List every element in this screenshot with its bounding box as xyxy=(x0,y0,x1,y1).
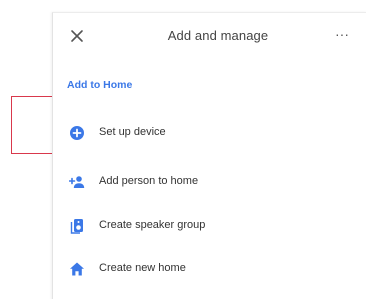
close-button[interactable] xyxy=(67,26,87,46)
top-bar: Add and manage ··· xyxy=(53,13,366,59)
menu-item-label: Create new home xyxy=(99,262,186,274)
add-circle-icon xyxy=(70,126,84,140)
add-person-icon xyxy=(69,176,85,188)
screen: Add and manage ··· Add to Home Set up de… xyxy=(0,0,366,299)
page-title: Add and manage xyxy=(167,28,269,43)
speaker-group-icon xyxy=(70,219,83,234)
menu-item-set-up-device[interactable]: Set up device xyxy=(53,113,366,153)
more-options-button[interactable]: ··· xyxy=(332,26,352,46)
close-icon xyxy=(71,30,83,42)
menu-item-label: Add person to home xyxy=(99,175,199,187)
menu-item-create-speaker-group[interactable]: Create speaker group xyxy=(53,206,366,246)
add-and-manage-panel: Add and manage ··· Add to Home Set up de… xyxy=(52,12,366,299)
menu-item-label: Create speaker group xyxy=(99,219,206,231)
menu-item-add-person[interactable]: Add person to home xyxy=(53,162,366,202)
menu-item-label: Set up device xyxy=(99,126,166,138)
home-icon xyxy=(70,262,84,276)
more-horizontal-icon: ··· xyxy=(335,26,349,42)
section-title: Add to Home xyxy=(67,79,133,91)
menu-item-create-new-home[interactable]: Create new home xyxy=(53,249,366,289)
